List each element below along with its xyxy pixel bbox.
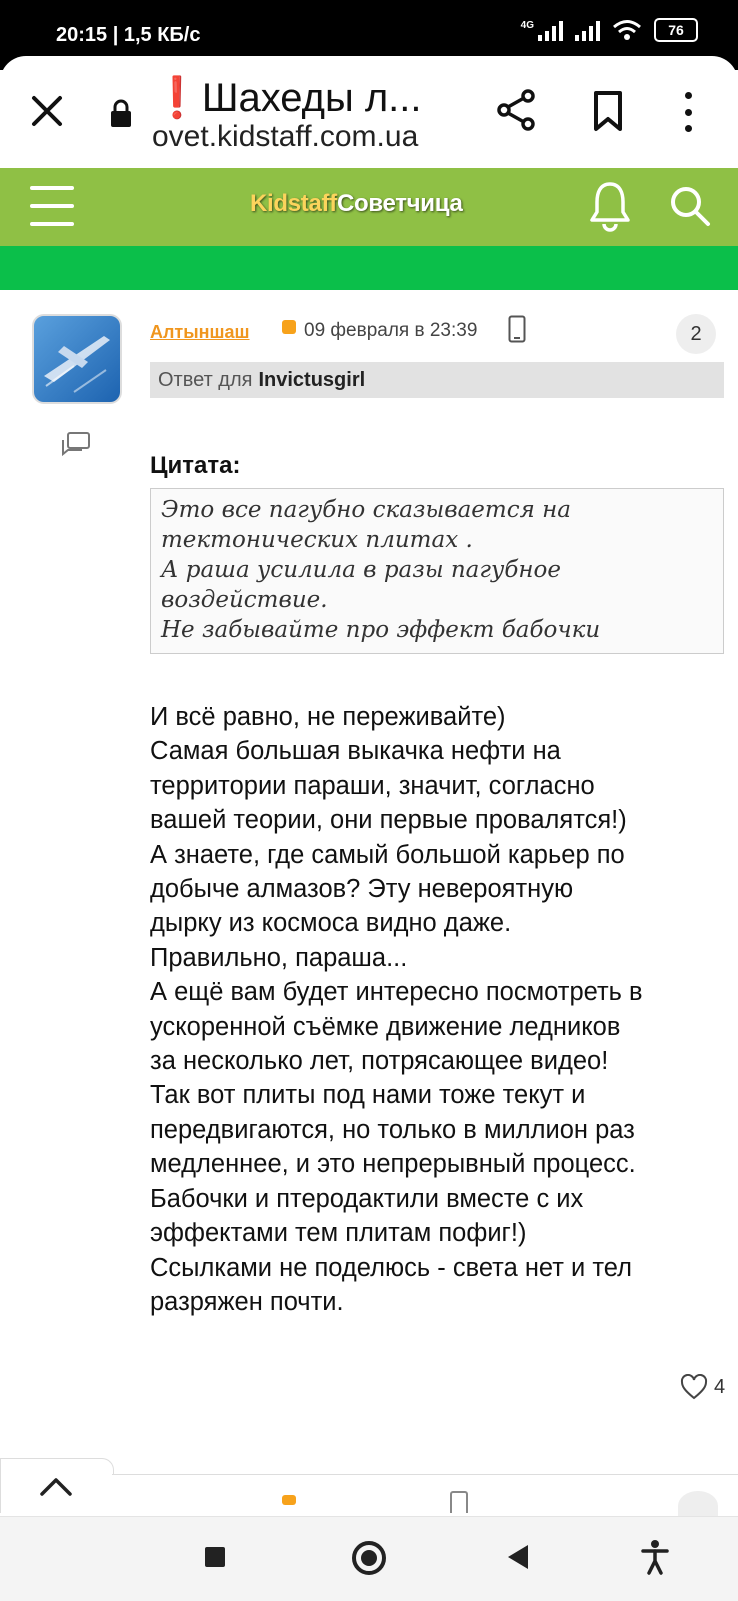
body-line: И всё равно, не переживайте) <box>150 703 506 731</box>
search-icon[interactable] <box>668 184 712 228</box>
recents-button[interactable] <box>205 1547 225 1567</box>
reply-to-banner[interactable]: Ответ для Invictusgirl <box>150 362 724 398</box>
online-status-icon <box>282 1495 296 1505</box>
close-icon[interactable] <box>30 94 64 128</box>
reply-to-prefix: Ответ для <box>158 368 253 391</box>
quote-box: Это все пагубно сказывается на тектониче… <box>150 488 724 654</box>
post-number-badge[interactable]: 2 <box>676 314 716 354</box>
body-line: Ссылками не поделюсь - света нет и тел <box>150 1253 632 1282</box>
body-line: Так вот плиты под нами тоже текут и <box>150 1081 586 1110</box>
battery-level: 76 <box>668 22 684 38</box>
battery-icon: 76 <box>654 18 698 42</box>
logo-sovetchitsa: Советчица <box>336 190 463 217</box>
system-navigation-bar <box>0 1516 738 1601</box>
tab-title-text: Шахеды л... <box>201 76 422 120</box>
menu-kebab-icon[interactable] <box>681 92 695 132</box>
reply-to-user[interactable]: Invictusgirl <box>258 369 365 392</box>
quote-line: Это все пагубно сказывается на <box>161 497 572 523</box>
online-status-icon <box>282 320 296 334</box>
post-date: 09 февраля в 23:39 <box>304 320 478 341</box>
body-line: добыче алмазов? Эту невероятную <box>150 875 574 904</box>
body-line: передвигаются, но только в миллион раз <box>150 1115 635 1144</box>
body-line: за несколько лет, потрясающее видео! <box>150 1047 609 1076</box>
post-author[interactable]: Алтыншаш <box>150 322 250 343</box>
wifi-icon <box>613 20 641 40</box>
accessibility-icon[interactable] <box>640 1539 670 1575</box>
status-icons: 4G 76 <box>521 18 698 42</box>
post-body: И всё равно, не переживайте) Самая больш… <box>150 700 730 1319</box>
body-line: Бабочки и птеродактили вместе с их <box>150 1184 584 1213</box>
scroll-to-top-button[interactable] <box>0 1458 114 1513</box>
bell-icon[interactable] <box>588 180 632 232</box>
site-header: KidstaffСоветчица <box>0 168 738 246</box>
chevron-up-icon <box>40 1478 72 1496</box>
quote-line: Не забывайте про эффект бабочки <box>161 617 601 643</box>
body-line: Правильно, параша... <box>150 943 408 972</box>
status-time: 20:15 | 1,5 КБ/с <box>56 24 201 46</box>
share-icon[interactable] <box>494 88 538 132</box>
exclamation-icon: ❗ <box>152 76 202 120</box>
body-line: ускоренной съёмке движение ледников <box>150 1012 621 1041</box>
signal-icon-2 <box>575 19 600 41</box>
avatar[interactable] <box>32 314 122 404</box>
network-type: 4G <box>520 19 534 31</box>
body-line: территории параши, значит, согласно <box>150 771 595 800</box>
bookmark-icon[interactable] <box>592 90 624 132</box>
body-line: дырку из космоса видно даже. <box>150 909 512 938</box>
mobile-device-icon <box>450 1491 468 1513</box>
body-line: А знаете, где самый большой карьер по <box>150 840 625 869</box>
reply-icon[interactable] <box>60 430 92 460</box>
header-strip <box>0 246 738 290</box>
next-post-preview <box>112 1474 738 1521</box>
body-line: медленнее, и это непрерывный процесс. <box>150 1150 636 1179</box>
lock-icon <box>111 99 131 127</box>
logo-kidstaff: Kidstaff <box>250 190 337 217</box>
like-count: 4 <box>714 1375 726 1398</box>
quote-line: воздействие. <box>161 587 328 613</box>
body-line: разряжен почти. <box>150 1287 344 1316</box>
home-button[interactable] <box>352 1541 386 1575</box>
body-line: вашей теории, они первые провалятся!) <box>150 806 627 835</box>
url-host[interactable]: ovet.kidstaff.com.ua <box>152 120 418 154</box>
body-line: Самая большая выкачка нефти на <box>150 737 561 766</box>
quote-label: Цитата: <box>150 452 241 479</box>
quote-line: А раша усилила в разы пагубное <box>161 557 561 583</box>
airplane-icon <box>44 336 110 393</box>
mobile-device-icon <box>508 315 526 343</box>
body-line: эффектами тем плитам пофиг!) <box>150 1219 527 1248</box>
tab-title[interactable]: ❗Шахеды л... <box>152 74 452 121</box>
back-button[interactable] <box>508 1545 528 1569</box>
site-logo[interactable]: KidstaffСоветчица <box>250 190 463 218</box>
hamburger-menu-icon[interactable] <box>30 186 74 226</box>
like-button[interactable]: 4 <box>680 1374 725 1400</box>
browser-toolbar: ❗Шахеды л... ovet.kidstaff.com.ua <box>0 56 738 168</box>
heart-icon <box>680 1374 708 1400</box>
signal-icon <box>538 19 563 41</box>
quote-line: тектонических плитах . <box>161 527 473 553</box>
body-line: А ещё вам будет интересно посмотреть в <box>150 978 643 1007</box>
